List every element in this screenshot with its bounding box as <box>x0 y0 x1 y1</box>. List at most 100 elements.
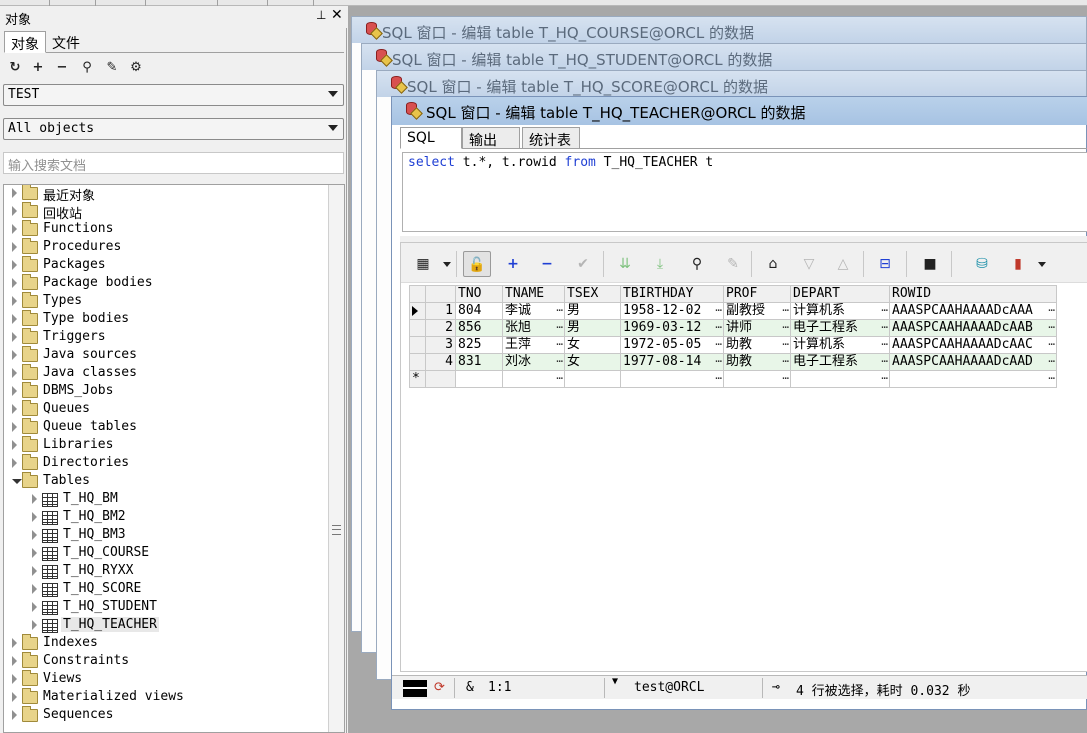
refresh-status-icon[interactable]: ⟳ <box>434 680 445 695</box>
expand-icon[interactable] <box>12 242 17 252</box>
window-title[interactable]: SQL 窗口 - 编辑 table T_HQ_COURSE@ORCL 的数据 <box>352 17 1086 43</box>
cell-edit-button[interactable]: … <box>715 304 722 317</box>
next-icon[interactable]: ▽ <box>795 251 823 277</box>
expand-icon[interactable] <box>12 638 17 648</box>
expand-icon[interactable] <box>12 314 17 324</box>
add-icon[interactable]: + <box>29 60 47 75</box>
filter-select[interactable]: All objects <box>3 118 344 140</box>
tree-scrollbar[interactable] <box>328 185 344 732</box>
column-header[interactable]: DEPART <box>790 285 890 303</box>
cell-edit-button[interactable]: … <box>1048 321 1055 334</box>
chevron-down-icon[interactable] <box>1038 262 1046 267</box>
insert-record-icon[interactable]: + <box>499 251 527 277</box>
cell-edit-button[interactable]: … <box>782 321 789 334</box>
fetch-last-icon[interactable]: ⤓ <box>646 251 674 277</box>
expand-icon[interactable] <box>12 422 17 432</box>
expand-icon[interactable] <box>12 692 17 702</box>
tab-files[interactable]: 文件 <box>46 31 86 53</box>
refresh-icon[interactable]: ↻ <box>6 60 24 75</box>
find-icon[interactable]: ⚲ <box>683 251 711 277</box>
cell-edit-button[interactable]: … <box>1048 304 1055 317</box>
expand-icon[interactable] <box>12 674 17 684</box>
cell-edit-button[interactable]: … <box>715 321 722 334</box>
cell-edit-button[interactable]: … <box>782 372 789 385</box>
expand-icon[interactable] <box>12 656 17 666</box>
expand-icon[interactable] <box>12 350 17 360</box>
expand-icon[interactable] <box>32 602 37 612</box>
expand-icon[interactable] <box>12 206 17 216</box>
expand-icon[interactable] <box>12 440 17 450</box>
edit-icon[interactable]: ✎ <box>103 60 121 75</box>
remove-icon[interactable]: − <box>53 60 71 75</box>
pin-icon[interactable]: ⊥ <box>316 8 326 22</box>
expand-icon[interactable] <box>32 584 37 594</box>
chart-icon[interactable]: ▮ <box>1004 251 1032 277</box>
save-icon[interactable]: ■ <box>916 251 944 277</box>
window-title[interactable]: SQL 窗口 - 编辑 table T_HQ_STUDENT@ORCL 的数据 <box>362 44 1086 70</box>
expand-icon[interactable] <box>12 404 17 414</box>
table-row[interactable]: 1 804 李诚… 男 1958-12-02… 副教授… 计算机系… AAASP… <box>409 302 1057 320</box>
delete-record-icon[interactable]: − <box>533 251 561 277</box>
expand-icon[interactable] <box>12 296 17 306</box>
expand-icon[interactable] <box>12 332 17 342</box>
expand-icon[interactable] <box>12 458 17 468</box>
cell-edit-button[interactable]: … <box>556 355 563 368</box>
chevron-down-icon[interactable] <box>443 262 451 267</box>
expand-icon[interactable] <box>32 620 37 630</box>
column-header[interactable]: TBIRTHDAY <box>620 285 724 303</box>
search-input[interactable]: 输入搜索文档 <box>3 152 344 174</box>
column-header[interactable]: TNAME <box>502 285 565 303</box>
properties-icon[interactable]: ⚙ <box>127 60 145 75</box>
window-title[interactable]: SQL 窗口 - 编辑 table T_HQ_SCORE@ORCL 的数据 <box>377 71 1086 97</box>
expand-icon[interactable] <box>12 260 17 270</box>
cell-edit-button[interactable]: … <box>881 372 888 385</box>
cell-edit-button[interactable]: … <box>1048 355 1055 368</box>
column-header[interactable]: TSEX <box>564 285 621 303</box>
fetch-next-icon[interactable]: ⇊ <box>611 251 639 277</box>
cell-edit-button[interactable]: … <box>556 321 563 334</box>
column-header[interactable]: ROWID <box>889 285 1057 303</box>
cell-edit-button[interactable]: … <box>715 372 722 385</box>
collapse-icon[interactable] <box>12 479 22 484</box>
clear-icon[interactable]: ✎ <box>719 251 747 277</box>
editor-mode-icon[interactable] <box>403 680 427 697</box>
export-icon[interactable]: ⛁ <box>968 251 996 277</box>
cell-edit-button[interactable]: … <box>881 304 888 317</box>
find-icon[interactable]: ⚲ <box>78 60 96 75</box>
cell-edit-button[interactable]: … <box>782 355 789 368</box>
lock-icon[interactable]: 🔓 <box>463 251 491 277</box>
expand-icon[interactable] <box>12 386 17 396</box>
table-row[interactable]: 4 831 刘冰… 女 1977-08-14… 助教… 电子工程系… AAASP… <box>409 353 1057 371</box>
sql-window-teacher[interactable]: SQL 窗口 - 编辑 table T_HQ_TEACHER@ORCL 的数据 … <box>391 96 1087 710</box>
cell-edit-button[interactable]: … <box>556 372 563 385</box>
expand-icon[interactable] <box>32 530 37 540</box>
window-title[interactable]: SQL 窗口 - 编辑 table T_HQ_TEACHER@ORCL 的数据 <box>392 97 1087 125</box>
tab-output[interactable]: 输出 <box>462 127 520 149</box>
expand-icon[interactable] <box>12 368 17 378</box>
grid-layout-icon[interactable]: ▦ <box>409 251 437 277</box>
cell-edit-button[interactable]: … <box>782 304 789 317</box>
chevron-down-icon[interactable]: ▼ <box>612 676 618 687</box>
cell-edit-button[interactable]: … <box>556 304 563 317</box>
expand-icon[interactable] <box>32 494 37 504</box>
sql-editor[interactable]: select t.*, t.rowid from T_HQ_TEACHER t <box>402 152 1087 232</box>
cell-edit-button[interactable]: … <box>881 338 888 351</box>
cell-edit-button[interactable]: … <box>556 338 563 351</box>
tab-sql[interactable]: SQL <box>400 127 462 149</box>
previous-icon[interactable]: △ <box>829 251 857 277</box>
post-changes-icon[interactable]: ✔ <box>569 251 597 277</box>
query-by-example-icon[interactable]: ⌂ <box>759 251 787 277</box>
expand-icon[interactable] <box>32 512 37 522</box>
expand-icon[interactable] <box>12 710 17 720</box>
table-row[interactable]: 3 825 王萍… 女 1972-05-05… 助教… 计算机系… AAASPC… <box>409 336 1057 354</box>
expand-icon[interactable] <box>12 278 17 288</box>
expand-icon[interactable] <box>12 188 17 198</box>
table-row[interactable]: 2 856 张旭… 男 1969-03-12… 讲师… 电子工程系… AAASP… <box>409 319 1057 337</box>
column-header[interactable]: PROF <box>723 285 791 303</box>
tab-statistics[interactable]: 统计表 <box>522 127 580 149</box>
user-select[interactable]: TEST <box>3 84 344 106</box>
expand-icon[interactable] <box>32 548 37 558</box>
expand-icon[interactable] <box>12 224 17 234</box>
cell-edit-button[interactable]: … <box>1048 372 1055 385</box>
column-header[interactable]: TNO <box>455 285 503 303</box>
